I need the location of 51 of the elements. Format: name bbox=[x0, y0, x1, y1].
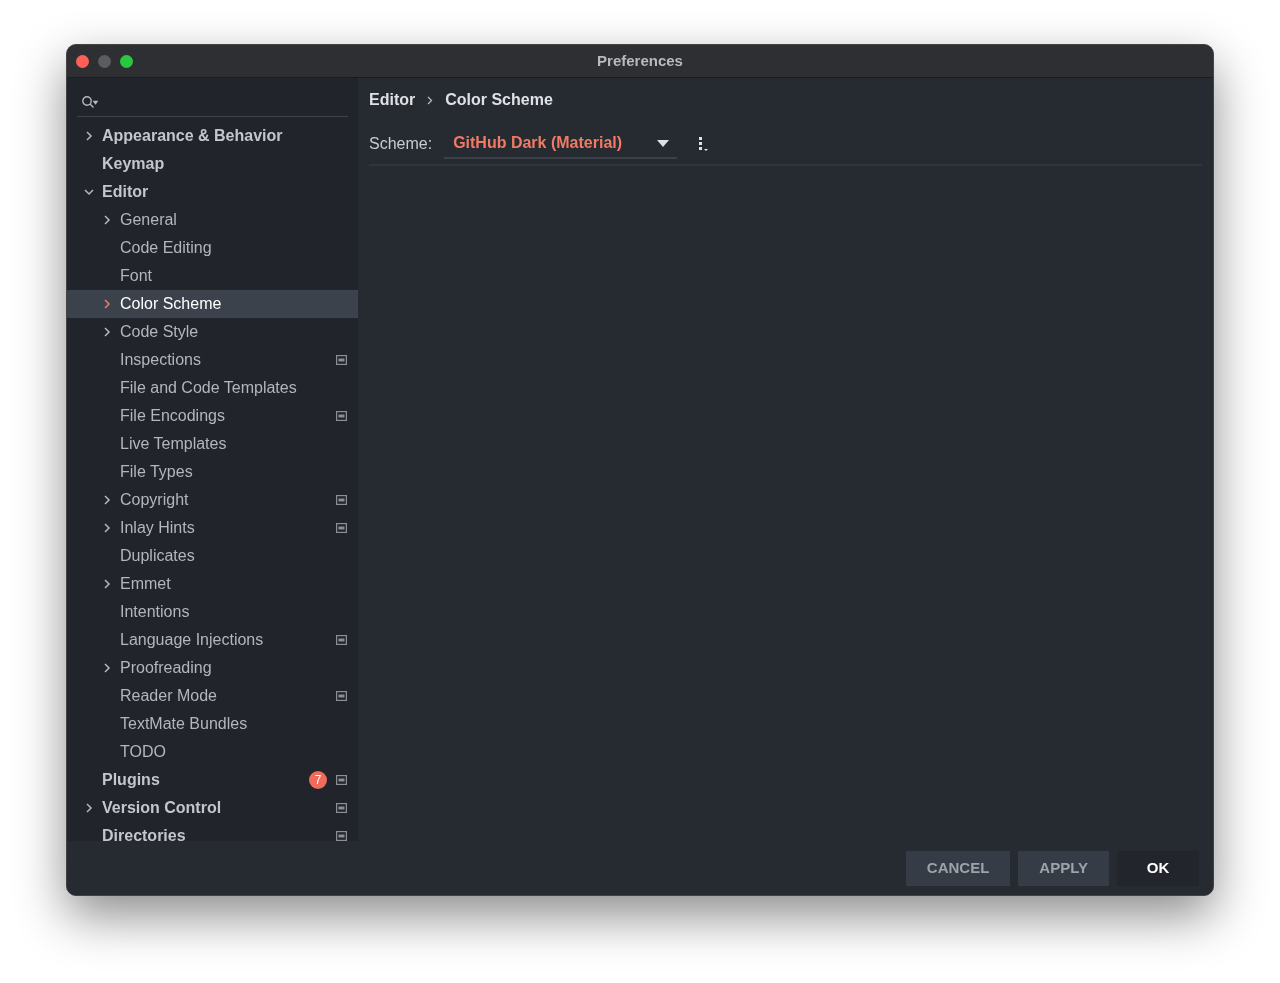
tree-item[interactable]: Proofreading bbox=[67, 654, 358, 682]
breadcrumb-item[interactable]: Editor bbox=[369, 88, 416, 112]
count-badge: 7 bbox=[309, 771, 327, 789]
tree-item[interactable]: Keymap bbox=[67, 150, 358, 178]
chevron-right-icon[interactable] bbox=[102, 663, 112, 673]
tree-item[interactable]: File Encodings bbox=[67, 402, 358, 430]
tree-item[interactable]: Color Scheme bbox=[67, 290, 358, 318]
tree-item[interactable]: Plugins 7 bbox=[67, 766, 358, 794]
tree-item[interactable]: Font bbox=[67, 262, 358, 290]
search-icon bbox=[81, 95, 98, 109]
tree-item[interactable]: Reader Mode bbox=[67, 682, 358, 710]
tree-item[interactable]: Appearance & Behavior bbox=[67, 122, 358, 150]
tree-item[interactable]: Copyright bbox=[67, 486, 358, 514]
tree-item[interactable]: Language Injections bbox=[67, 626, 358, 654]
tree-item[interactable]: General bbox=[67, 206, 358, 234]
chevron-right-icon[interactable] bbox=[102, 299, 112, 309]
tree-item[interactable]: TextMate Bundles bbox=[67, 710, 358, 738]
dialog-button[interactable]: OK bbox=[1117, 850, 1199, 886]
tree-item[interactable]: Inspections bbox=[67, 346, 358, 374]
tree-item[interactable]: Version Control bbox=[67, 794, 358, 822]
more-options-icon[interactable] bbox=[697, 136, 710, 152]
dialog-button[interactable]: CANCEL bbox=[905, 850, 1011, 886]
tree-item[interactable]: File Types bbox=[67, 458, 358, 486]
tree-item[interactable]: Live Templates bbox=[67, 430, 358, 458]
zoom-window-button[interactable] bbox=[120, 54, 133, 68]
chevron-right-icon bbox=[427, 95, 434, 105]
breadcrumb-item: Color Scheme bbox=[445, 90, 553, 110]
tree-item[interactable]: Duplicates bbox=[67, 542, 358, 570]
tree-item[interactable]: Inlay Hints bbox=[67, 514, 358, 542]
caret-down-icon bbox=[657, 139, 670, 147]
dialog-button[interactable]: APPLY bbox=[1018, 850, 1109, 886]
tree-item[interactable]: Code Style bbox=[67, 318, 358, 346]
close-window-button[interactable] bbox=[76, 54, 89, 68]
tree-item[interactable]: Emmet bbox=[67, 570, 358, 598]
tree-item[interactable]: Code Editing bbox=[67, 234, 358, 262]
tree-item[interactable]: Directories bbox=[67, 822, 358, 841]
scheme-label: Scheme: bbox=[369, 134, 433, 154]
tree-item[interactable]: TODO bbox=[67, 738, 358, 766]
tree-item[interactable]: Intentions bbox=[67, 598, 358, 626]
chevron-down-icon[interactable] bbox=[84, 187, 94, 197]
tree-item[interactable]: File and Code Templates bbox=[67, 374, 358, 402]
chevron-right-icon[interactable] bbox=[102, 523, 112, 533]
tree-item[interactable]: Editor bbox=[67, 178, 358, 206]
chevron-right-icon[interactable] bbox=[102, 327, 112, 337]
scheme-dropdown[interactable]: GitHub Dark (Material) bbox=[444, 129, 678, 159]
chevron-right-icon[interactable] bbox=[84, 803, 94, 813]
chevron-right-icon[interactable] bbox=[102, 579, 112, 589]
chevron-right-icon[interactable] bbox=[84, 131, 94, 141]
chevron-right-icon[interactable] bbox=[102, 215, 112, 225]
window-title: Preferences bbox=[597, 50, 683, 71]
chevron-right-icon[interactable] bbox=[102, 495, 112, 505]
